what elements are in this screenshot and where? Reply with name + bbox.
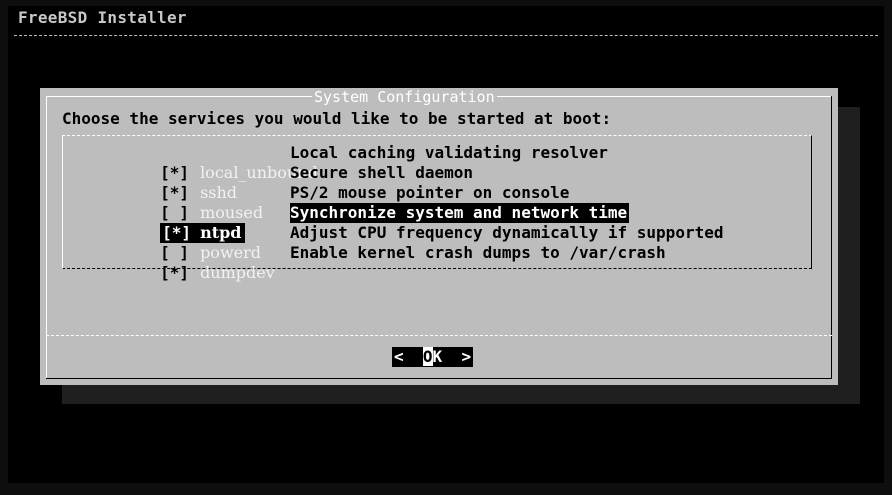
service-description: Adjust CPU frequency dynamically if supp… — [290, 223, 724, 242]
service-description: Secure shell daemon — [290, 163, 474, 182]
service-row-local-unbound[interactable]: [*] local_unbound Local caching validatin… — [83, 143, 608, 182]
service-row-ntpd[interactable]: [*] ntpd Synchronize system and network t… — [83, 203, 630, 243]
ok-button-left: < — [394, 347, 423, 366]
service-row-sshd[interactable]: [*] sshd Secure shell daemon — [83, 163, 473, 202]
service-row-dumpdev[interactable]: [*] dumpdev Enable kernel crash dumps to … — [83, 243, 666, 282]
service-description: Local caching validating resolver — [290, 143, 608, 162]
installer-title: FreeBSD Installer — [18, 8, 187, 27]
dialog-frame-left — [46, 96, 47, 379]
title-divider — [14, 35, 878, 36]
service-checkbox[interactable]: [*] — [160, 263, 200, 283]
dialog-frame-right — [831, 96, 832, 379]
service-name: dumpdev — [200, 263, 275, 282]
ok-button-hotkey: O — [422, 347, 433, 366]
system-configuration-dialog: System Configuration Choose the services… — [40, 88, 838, 385]
dialog-title: System Configuration — [312, 88, 497, 106]
service-row-powerd[interactable]: [ ] powerd Adjust CPU frequency dynamical… — [83, 223, 723, 262]
dialog-frame-bottom — [46, 378, 832, 379]
ok-button[interactable]: < OK > — [392, 347, 474, 367]
installer-screen: FreeBSD Installer System Configuration C… — [8, 6, 884, 483]
services-checklist: [*] local_unbound Local caching validatin… — [62, 135, 812, 282]
dialog-prompt: Choose the services you would like to be… — [62, 109, 612, 128]
service-description: PS/2 mouse pointer on console — [290, 183, 570, 202]
service-row-moused[interactable]: [ ] moused PS/2 mouse pointer on console — [83, 183, 569, 222]
service-description: Synchronize system and network time — [290, 203, 630, 223]
service-description: Enable kernel crash dumps to /var/crash — [290, 243, 666, 262]
ok-button-rest: K > — [432, 347, 472, 366]
button-area-divider — [46, 335, 832, 336]
